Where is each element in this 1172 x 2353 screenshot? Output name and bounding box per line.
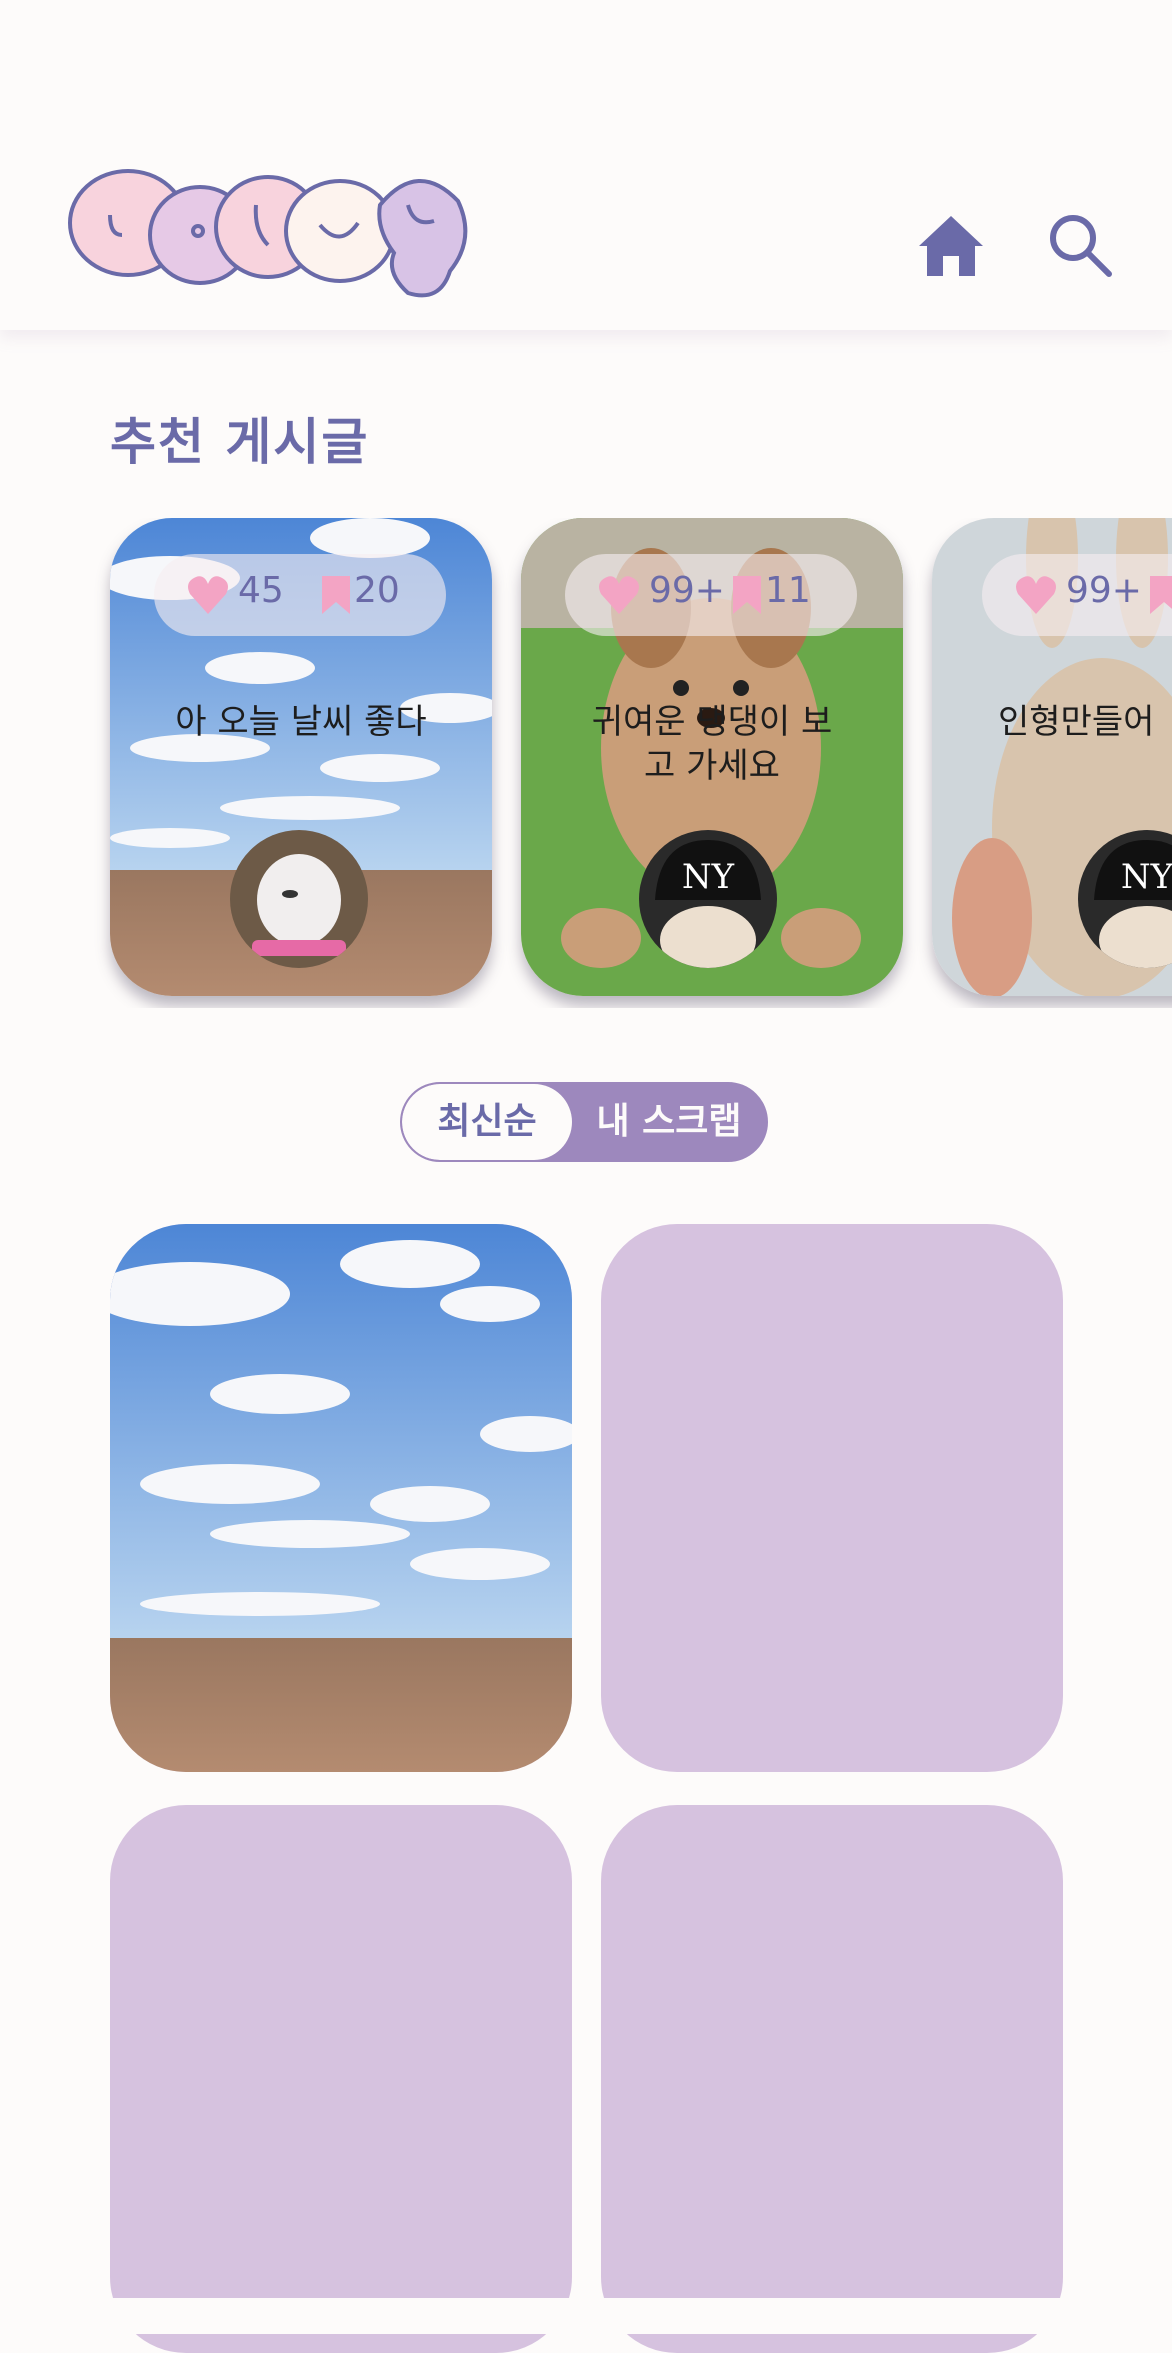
card-caption: 아 오늘 날씨 좋다 — [175, 702, 427, 742]
bookmark-count: 20 — [354, 570, 400, 611]
heart-icon[interactable] — [597, 574, 641, 616]
post-grid-item[interactable] — [601, 1805, 1063, 2353]
recommended-carousel[interactable]: 45 20 아 오늘 날씨 좋다 99+ 11 귀여운 댕댕이 보고 가세요 N… — [0, 518, 1172, 1008]
bookmark-icon[interactable] — [725, 574, 769, 616]
post-grid-item[interactable] — [110, 1224, 572, 1772]
section-title-recommended: 추천 게시글 — [110, 413, 370, 471]
recommended-card[interactable]: 45 20 아 오늘 날씨 좋다 — [110, 518, 492, 996]
card-caption: 귀여운 댕댕이 보고 가세요 — [591, 702, 833, 786]
card-caption: 인형만들어 — [998, 702, 1155, 742]
sort-option-latest[interactable]: 최신순 — [402, 1084, 572, 1160]
sort-option-my-scrap[interactable]: 내 스크랩 — [572, 1084, 766, 1160]
bookmark-count: 11 — [765, 570, 811, 611]
heart-icon[interactable] — [186, 574, 230, 616]
sort-toggle[interactable]: 최신순 내 스크랩 — [400, 1082, 768, 1162]
svg-text:NY: NY — [682, 857, 735, 897]
card-stats: 45 20 — [154, 554, 446, 636]
bookmark-icon[interactable] — [314, 574, 358, 616]
search-icon[interactable] — [1045, 210, 1117, 282]
post-grid-item[interactable] — [601, 1224, 1063, 1772]
recommended-card[interactable]: 99+ 11 귀여운 댕댕이 보고 가세요 NY — [521, 518, 903, 996]
home-icon[interactable] — [915, 210, 987, 282]
sky-field-image — [110, 1224, 572, 1772]
like-count: 99+ — [1066, 570, 1142, 611]
user-avatar[interactable]: NY — [639, 830, 777, 968]
app-header — [0, 0, 1172, 330]
like-count: 99+ — [649, 570, 725, 611]
card-stats: 99+ 11 — [565, 554, 857, 636]
bottom-bar — [0, 2298, 1172, 2334]
like-count: 45 — [238, 570, 284, 611]
app-logo[interactable] — [58, 165, 488, 305]
svg-text:NY: NY — [1121, 857, 1172, 897]
heart-icon[interactable] — [1014, 574, 1058, 616]
card-stats: 99+ — [982, 554, 1172, 636]
bookmark-icon[interactable] — [1142, 574, 1172, 616]
recommended-card[interactable]: 99+ 인형만들어 NY — [932, 518, 1172, 996]
post-grid-item[interactable] — [110, 1805, 572, 2353]
user-avatar[interactable] — [230, 830, 368, 968]
